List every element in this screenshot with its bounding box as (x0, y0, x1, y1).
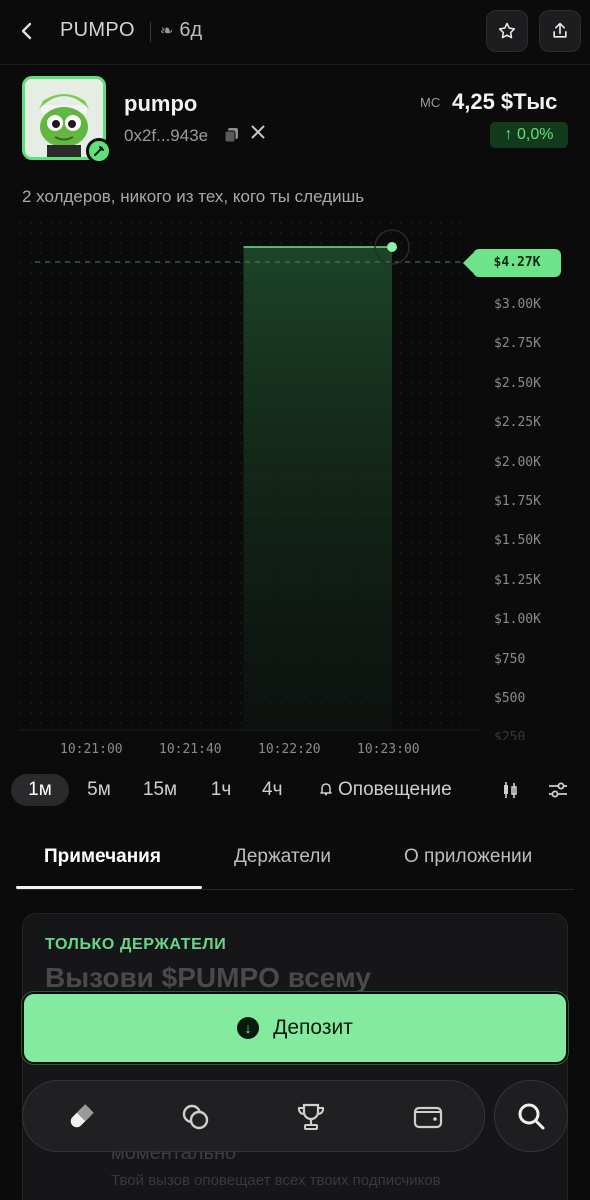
y-axis-tick-label: $2.00K (494, 454, 541, 470)
share-icon (553, 22, 567, 38)
top-bar: PUMPO ❧ 6д (0, 0, 590, 64)
card-title: Вызови $PUMPO всему (45, 962, 371, 993)
y-axis-tick-label: $250 (494, 730, 526, 741)
timeframe-bar: 1м 5м 15м 1ч 4ч Оповещение (0, 770, 590, 810)
bottom-nav (22, 1080, 485, 1152)
pill-icon[interactable] (63, 1099, 99, 1135)
x-axis-tick-label: 10:21:40 (159, 742, 222, 757)
trophy-icon[interactable] (293, 1099, 329, 1135)
timeframe-1m[interactable]: 1м (11, 774, 69, 806)
x-icon[interactable] (250, 124, 266, 145)
timeframe-4h[interactable]: 4ч (262, 774, 288, 806)
copy-icon[interactable] (224, 127, 240, 143)
favorite-button[interactable] (486, 10, 528, 52)
token-age-value: 6д (179, 19, 203, 41)
y-axis-tick-label: $2.25K (494, 415, 541, 431)
tab-about[interactable]: О приложении (404, 846, 532, 868)
chart-area-fill (243, 247, 392, 730)
x-axis-tick-label: 10:21:00 (60, 742, 123, 757)
coins-icon[interactable] (178, 1099, 214, 1135)
star-icon (498, 22, 516, 39)
timeframe-1h[interactable]: 1ч (200, 774, 242, 806)
card-kicker: ТОЛЬКО ДЕРЖАТЕЛИ (45, 936, 227, 953)
arrow-down-circle-icon: ↓ (237, 1017, 260, 1039)
search-icon (518, 1103, 545, 1130)
token-address: 0x2f...943e (124, 126, 209, 145)
share-button[interactable] (539, 10, 581, 52)
last-point-marker (387, 242, 397, 252)
wallet-icon[interactable] (410, 1099, 446, 1135)
market-cap-label: MC (420, 95, 441, 110)
y-axis-tick-label: $1.75K (494, 494, 541, 509)
current-price-tag: $4.27K (463, 249, 561, 277)
search-button[interactable] (494, 1080, 568, 1152)
y-axis-tick-label: $3.00K (494, 297, 541, 312)
deposit-label: Депозит (273, 1016, 353, 1039)
header-divider-line (0, 64, 590, 65)
header-ticker: PUMPO (60, 19, 135, 41)
card-body: Твой вызов оповещает всех твоих подписчи… (111, 1172, 441, 1189)
chevron-left-icon[interactable] (14, 18, 40, 44)
content-tabs: Примечания Держатели О приложении (16, 836, 574, 890)
x-axis-tick-label: 10:23:00 (357, 742, 420, 757)
market-cap-value: 4,25 $Тыс (452, 89, 558, 114)
tab-notes[interactable]: Примечания (44, 846, 161, 868)
y-axis-tick-label: $2.50K (494, 375, 541, 391)
y-axis-tick-label: $1.50K (494, 533, 541, 549)
bell-icon (320, 783, 332, 796)
x-axis-tick-label: 10:22:20 (258, 742, 321, 757)
sliders-icon[interactable] (546, 778, 570, 802)
pen-icon (86, 138, 112, 164)
y-axis-tick-label: $2.75K (494, 336, 541, 352)
holders-summary: 2 холдеров, никого из тех, кого ты следи… (22, 187, 365, 206)
price-chart[interactable]: $3.00K $2.75K $2.50K $2.25K $2.00K $1.75K $1.5… (0, 222, 590, 767)
deposit-button[interactable]: ↓ Депозит (22, 992, 568, 1064)
alert-button[interactable]: Оповещение (318, 774, 452, 806)
price-change-badge: ↑ 0,0% (490, 122, 568, 148)
active-tab-indicator (16, 886, 202, 889)
candlestick-icon[interactable] (498, 778, 522, 802)
y-axis-tick-label: $1.00K (494, 612, 541, 628)
timeframe-5m[interactable]: 5м (78, 774, 120, 806)
y-axis-tick-label: $750 (494, 651, 526, 667)
alert-label: Оповещение (338, 779, 452, 800)
y-axis-tick-label: $1.25K (494, 572, 541, 588)
timeframe-15m[interactable]: 15м (134, 774, 186, 806)
sprout-icon: ❧ (160, 23, 174, 40)
header-divider (150, 22, 151, 42)
tab-holders[interactable]: Держатели (234, 846, 331, 868)
y-axis-tick-label: $500 (494, 691, 526, 706)
token-name: pumpo (124, 91, 198, 116)
token-age: ❧ 6д (160, 19, 202, 42)
